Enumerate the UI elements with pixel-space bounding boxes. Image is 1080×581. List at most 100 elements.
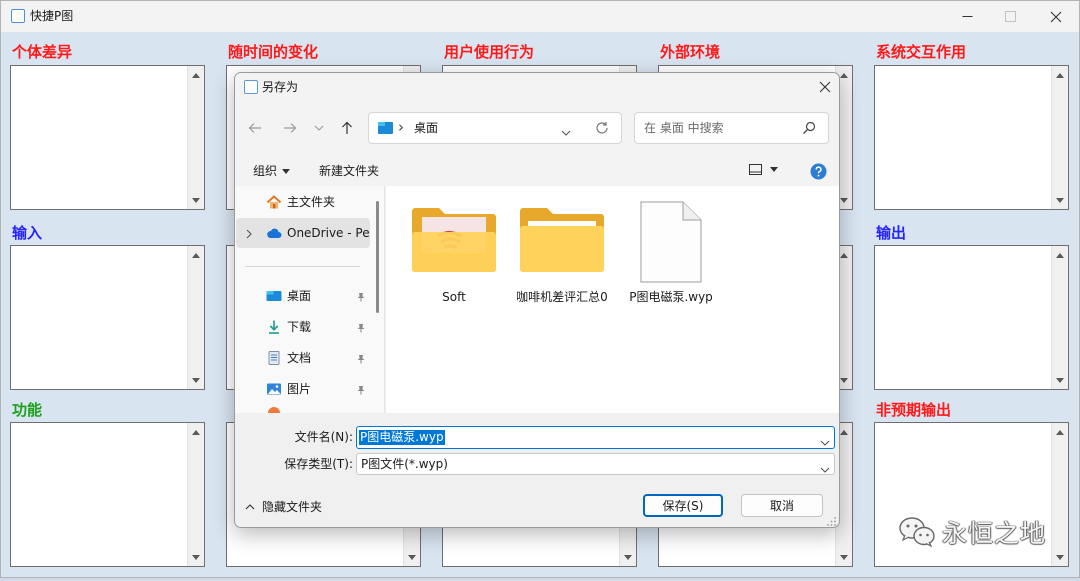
- filename-input[interactable]: P图电磁泵.wyp: [356, 426, 835, 449]
- sidebar-item-desktop[interactable]: 桌面: [236, 281, 370, 311]
- scroll-up-arrow-icon[interactable]: [188, 67, 204, 83]
- panel-label: 非预期输出: [876, 401, 952, 419]
- panel-textbox[interactable]: [10, 422, 205, 567]
- cancel-button[interactable]: 取消: [741, 494, 823, 517]
- panel-label: 输出: [876, 224, 907, 242]
- panel-scrollbar[interactable]: [187, 246, 204, 389]
- sidebar-item-home[interactable]: 主文件夹: [236, 187, 370, 217]
- sidebar-item-label: 图片: [287, 382, 312, 396]
- chevron-down-icon[interactable]: [309, 119, 329, 137]
- desktop-icon: [378, 122, 393, 137]
- scroll-down-arrow-icon[interactable]: [1052, 372, 1068, 388]
- sidebar-item-label: 主文件夹: [287, 195, 336, 209]
- navigation-pane: 主文件夹 OneDrive - Per 桌面 下载 文档 图片: [235, 186, 385, 413]
- panel-textbox[interactable]: [874, 65, 1069, 210]
- arrow-up-icon[interactable]: [337, 119, 357, 137]
- save-as-dialog: 另存为 › 桌面 在 桌面 中搜索 组织 新建文件夹 主文件夹 OneDrive…: [234, 72, 840, 528]
- search-placeholder: 在 桌面 中搜索: [644, 121, 724, 135]
- scroll-up-arrow-icon[interactable]: [188, 424, 204, 440]
- chevron-up-icon: [245, 504, 255, 510]
- panel-scrollbar[interactable]: [1051, 423, 1068, 566]
- filename-label: 文件名(N):: [294, 430, 353, 444]
- view-icon[interactable]: [749, 164, 778, 175]
- panel-label: 系统交互作用: [876, 43, 967, 61]
- sidebar-item-label: OneDrive - Per: [287, 226, 369, 240]
- file-item[interactable]: P图电磁泵.wyp: [617, 186, 725, 316]
- caret-down-icon: [282, 168, 291, 174]
- document-icon: [266, 350, 282, 366]
- sidebar-item-documents[interactable]: 文档: [236, 343, 370, 373]
- filetype-value: P图文件(*.wyp): [361, 457, 448, 471]
- scroll-up-arrow-icon[interactable]: [1052, 424, 1068, 440]
- sidebar-item-label: 桌面: [287, 289, 312, 303]
- scroll-up-arrow-icon[interactable]: [1052, 67, 1068, 83]
- pin-icon: [356, 384, 366, 398]
- sidebar-item-label: 下载: [287, 320, 312, 334]
- save-button[interactable]: 保存(S): [643, 494, 723, 517]
- file-list: Soft 咖啡机差评汇总0 P图电磁泵.wyp: [386, 186, 839, 413]
- desktop-icon: [266, 288, 282, 304]
- folder-item[interactable]: Soft: [400, 186, 508, 316]
- sidebar-item-label: 文档: [287, 351, 312, 365]
- sidebar-item-onedrive[interactable]: OneDrive - Per: [236, 218, 370, 248]
- panel-label: 功能: [12, 401, 43, 419]
- panel-label: 外部环境: [660, 43, 721, 61]
- file-name: 咖啡机差评汇总0: [516, 290, 608, 304]
- breadcrumb-location[interactable]: 桌面: [414, 121, 438, 135]
- arrow-left-icon[interactable]: [245, 119, 265, 137]
- hide-folders-toggle[interactable]: 隐藏文件夹: [245, 500, 322, 514]
- chevron-right-icon[interactable]: [246, 228, 252, 242]
- scroll-down-arrow-icon[interactable]: [1052, 549, 1068, 565]
- hide-folders-label: 隐藏文件夹: [262, 500, 323, 514]
- close-icon[interactable]: [805, 73, 839, 101]
- arrow-right-icon[interactable]: [280, 119, 300, 137]
- chevron-down-icon[interactable]: [820, 435, 830, 449]
- panel-scrollbar[interactable]: [1051, 66, 1068, 209]
- wechat-icon: [898, 516, 936, 552]
- scroll-down-arrow-icon[interactable]: [188, 372, 204, 388]
- panel-textbox[interactable]: [10, 245, 205, 390]
- scroll-down-arrow-icon[interactable]: [836, 549, 852, 565]
- breadcrumb-separator: ›: [398, 118, 404, 136]
- folder-icon: [508, 204, 616, 274]
- scroll-down-arrow-icon[interactable]: [620, 549, 636, 565]
- panel-scrollbar[interactable]: [1051, 246, 1068, 389]
- sidebar-scrollbar[interactable]: [376, 201, 379, 313]
- scroll-down-arrow-icon[interactable]: [1052, 192, 1068, 208]
- panel-textbox[interactable]: [874, 245, 1069, 390]
- sidebar-divider: [245, 266, 360, 267]
- panel-textbox[interactable]: [10, 65, 205, 210]
- panel-scrollbar[interactable]: [187, 423, 204, 566]
- folder-item[interactable]: 咖啡机差评汇总0: [508, 186, 616, 316]
- search-input[interactable]: 在 桌面 中搜索: [634, 112, 829, 144]
- panel-label: 用户使用行为: [444, 43, 535, 61]
- panel-scrollbar[interactable]: [187, 66, 204, 209]
- scroll-down-arrow-icon[interactable]: [188, 549, 204, 565]
- scroll-down-arrow-icon[interactable]: [188, 192, 204, 208]
- resize-grip-icon[interactable]: [827, 516, 837, 527]
- address-bar[interactable]: › 桌面: [368, 112, 622, 144]
- pin-icon: [356, 353, 366, 367]
- chevron-down-icon[interactable]: [561, 125, 571, 139]
- help-icon[interactable]: [810, 163, 827, 180]
- panel-label: 输入: [12, 224, 43, 242]
- folder-icon: [400, 204, 508, 274]
- sidebar-item-downloads[interactable]: 下载: [236, 312, 370, 342]
- scroll-down-arrow-icon[interactable]: [404, 549, 420, 565]
- search-icon[interactable]: [802, 121, 816, 138]
- refresh-icon[interactable]: [595, 121, 609, 138]
- panel-label: 个体差异: [12, 43, 73, 61]
- pictures-icon: [266, 381, 282, 397]
- music-icon: [266, 405, 282, 413]
- download-icon: [266, 319, 282, 335]
- chevron-down-icon[interactable]: [820, 462, 830, 476]
- filetype-select[interactable]: P图文件(*.wyp): [356, 453, 835, 475]
- scroll-up-arrow-icon[interactable]: [188, 247, 204, 263]
- file-name: Soft: [442, 290, 466, 304]
- filetype-label: 保存类型(T):: [284, 457, 353, 471]
- sidebar-item-partial[interactable]: [236, 398, 370, 413]
- scroll-up-arrow-icon[interactable]: [1052, 247, 1068, 263]
- organize-menu[interactable]: 组织: [253, 164, 291, 178]
- watermark-text: 永恒之地: [942, 519, 1047, 548]
- new-folder-button[interactable]: 新建文件夹: [319, 164, 379, 178]
